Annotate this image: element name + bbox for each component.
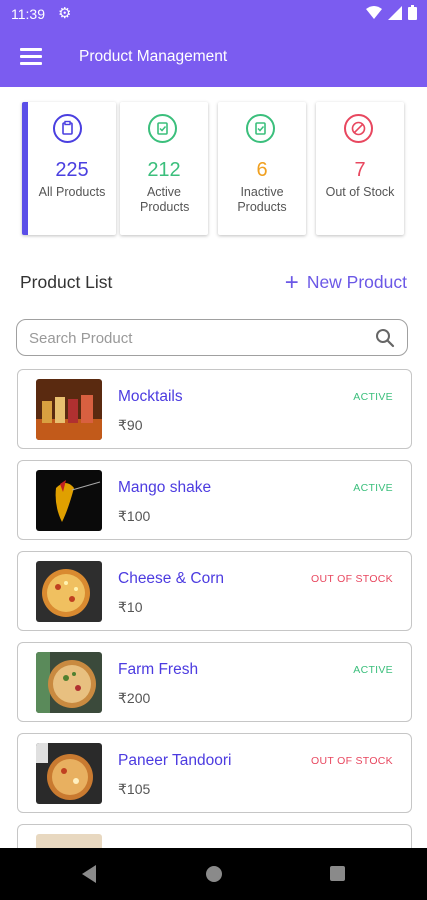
block-icon [344, 114, 373, 143]
battery-icon [408, 5, 417, 20]
product-card[interactable]: Cheese & Corn ₹10 OUT OF STOCK [17, 551, 412, 631]
status-badge: OUT OF STOCK [311, 755, 393, 767]
new-product-button[interactable]: + New Product [284, 268, 407, 296]
status-badge: ACTIVE [353, 391, 393, 403]
product-name: Cheese & Corn [118, 570, 224, 587]
stat-value: 225 [55, 159, 89, 181]
product-list-header: Product List + New Product [20, 270, 410, 296]
hamburger-menu-icon[interactable] [20, 48, 42, 66]
plus-icon: + [284, 268, 299, 296]
status-time: 11:39 [11, 6, 45, 22]
product-price: ₹10 [118, 599, 143, 615]
status-badge: OUT OF STOCK [311, 573, 393, 585]
stat-card-inactive-products[interactable]: 6 Inactive Products [218, 102, 306, 235]
product-card[interactable]: Mango shake ₹100 ACTIVE [17, 460, 412, 540]
status-badge: ACTIVE [353, 664, 393, 676]
product-image-mango-shake [36, 470, 102, 531]
product-card[interactable]: Farm Fresh ₹200 ACTIVE [17, 642, 412, 722]
signal-icon [388, 5, 402, 20]
product-image-mocktails [36, 379, 102, 440]
stat-value: 6 [256, 159, 268, 181]
product-price: ₹200 [118, 690, 151, 706]
product-name: Mango shake [118, 479, 212, 496]
new-product-label: New Product [306, 272, 407, 292]
product-card[interactable]: Paneer Tandoori ₹105 OUT OF STOCK [17, 733, 412, 813]
search-input[interactable] [27, 326, 361, 350]
system-nav-bar [0, 848, 427, 900]
wifi-icon [366, 5, 382, 19]
product-price: ₹100 [118, 508, 151, 524]
stat-value: 7 [354, 159, 366, 181]
product-card[interactable]: Mocktails ₹90 ACTIVE [17, 369, 412, 449]
stat-label: Active Products [140, 185, 190, 214]
section-title: Product List [20, 272, 113, 292]
clipboard-icon [53, 114, 82, 143]
stat-value: 212 [147, 159, 181, 181]
product-image-cheese-corn [36, 561, 102, 622]
stat-card-all-products[interactable]: 225 All Products [22, 102, 116, 235]
stats-row: 225 All Products 212 Active Products 6 I… [22, 102, 406, 237]
product-image-paneer-tandoori [36, 743, 102, 804]
search-box [16, 319, 408, 356]
search-icon[interactable] [375, 328, 395, 348]
product-name: Farm Fresh [118, 661, 199, 678]
clipboard-check-icon [148, 114, 177, 143]
app-header: 11:39 ⚙ Product Management [0, 0, 427, 87]
recents-icon[interactable] [330, 866, 345, 881]
stat-label: Out of Stock [325, 185, 395, 199]
stat-card-out-of-stock[interactable]: 7 Out of Stock [316, 102, 404, 235]
product-image-farm-fresh [36, 652, 102, 713]
product-name: Paneer Tandoori [118, 752, 232, 769]
stat-card-active-products[interactable]: 212 Active Products [120, 102, 208, 235]
product-price: ₹105 [118, 781, 151, 797]
product-price: ₹90 [118, 417, 143, 433]
stat-label: Inactive Products [237, 185, 287, 214]
home-icon[interactable] [206, 866, 222, 882]
app-bar: Product Management [0, 28, 427, 87]
back-icon[interactable] [82, 865, 96, 883]
status-bar: 11:39 ⚙ [0, 0, 427, 28]
clipboard-check-icon [246, 114, 275, 143]
gear-icon: ⚙ [58, 5, 72, 22]
product-name: Mocktails [118, 388, 183, 405]
page-title: Product Management [79, 48, 228, 65]
status-badge: ACTIVE [353, 482, 393, 494]
stat-label: All Products [38, 185, 106, 199]
